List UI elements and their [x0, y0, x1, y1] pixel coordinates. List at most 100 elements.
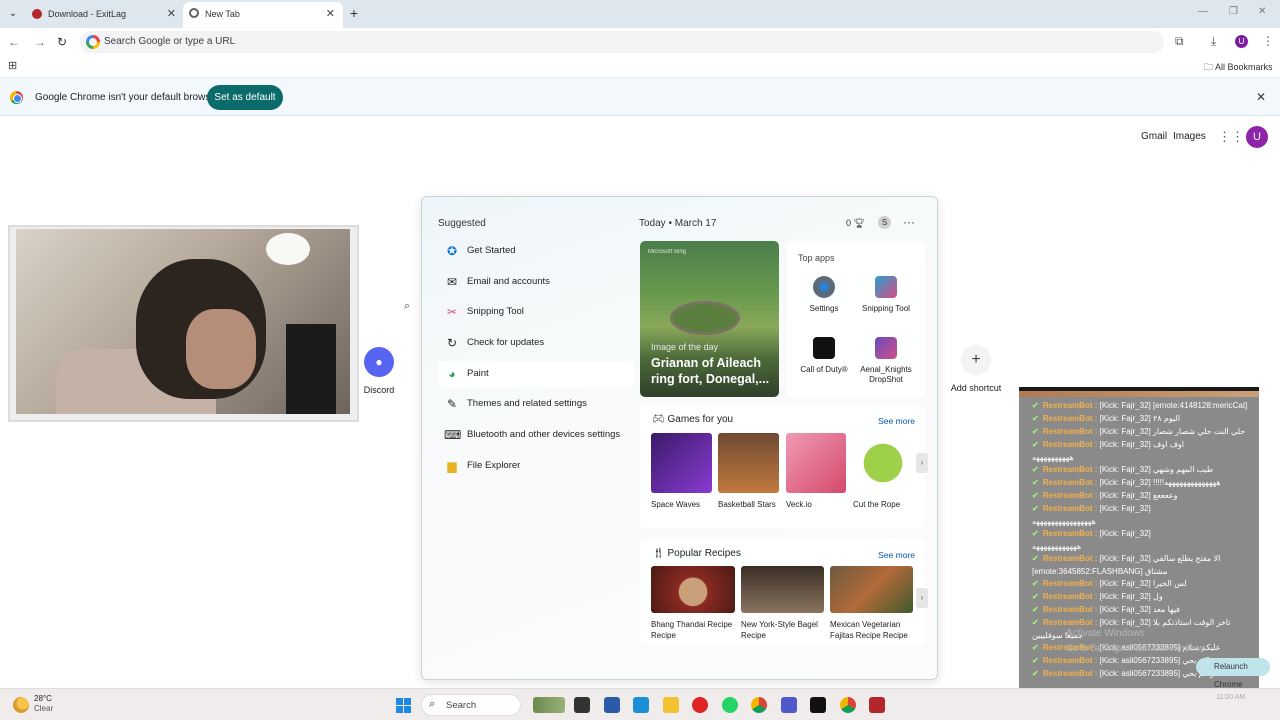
back-icon[interactable]: ← [6, 34, 22, 50]
forward-icon[interactable]: → [32, 34, 48, 50]
weather-widget[interactable]: 28°C Clear [34, 694, 53, 714]
chat-user: [Kick: Fajr_32] [1099, 465, 1151, 474]
suggested-label: Email and accounts [467, 276, 550, 287]
check-icon: ✔ [1032, 465, 1039, 474]
account-avatar[interactable]: U [1246, 126, 1268, 148]
weather-moon-icon[interactable] [13, 697, 29, 713]
top-app-call-of-duty[interactable]: Call of Duty® [793, 337, 855, 375]
suggested-themes[interactable]: ✎ Themes and related settings [438, 391, 628, 417]
chrome-profile-icon[interactable] [840, 697, 856, 713]
tab-search-chevron-icon[interactable]: ⌄ [4, 5, 22, 23]
chat-bot-name: RestreamBot : [1042, 554, 1098, 563]
file-explorer-icon[interactable] [663, 697, 679, 713]
outlook-icon[interactable] [633, 697, 649, 713]
shortcut-label: Add shortcut [950, 383, 1002, 393]
games-next-arrow-icon[interactable]: › [916, 453, 928, 473]
suggested-get-started[interactable]: ✪ Get Started [438, 238, 628, 264]
relaunch-chrome-button[interactable]: Relaunch Chrome [1196, 658, 1270, 689]
recipes-next-arrow-icon[interactable]: › [916, 588, 928, 608]
chat-text: [emote:3645852:FLASHBANG] مشتاق [1032, 567, 1168, 576]
minimize-icon[interactable]: — [1198, 6, 1208, 17]
game-tile[interactable]: Space Waves [651, 433, 712, 510]
chat-message: ✔ RestreamBot : [Kick: Fajr_32] الا مفتح … [1032, 554, 1254, 564]
shortcut-add[interactable]: + Add shortcut [948, 345, 1004, 393]
suggested-check-updates[interactable]: ↻ Check for updates [438, 330, 628, 356]
whatsapp-icon[interactable] [722, 697, 738, 713]
taskbar-search[interactable]: ⌕ Search [421, 694, 521, 716]
address-bar[interactable]: Search Google or type a URL [80, 31, 1164, 53]
suggested-label: Snipping Tool [467, 306, 524, 317]
top-app-settings[interactable]: Settings [793, 276, 855, 314]
top-app-dropshot[interactable]: Aenal_Knights DropShot [855, 337, 917, 385]
game-tile[interactable]: Veck.io [786, 433, 846, 510]
game-tile[interactable]: Cut the Rope [853, 433, 913, 510]
top-app-snipping-tool[interactable]: Snipping Tool [855, 276, 917, 314]
user-badge[interactable]: S [878, 216, 891, 229]
widgets-icon[interactable] [533, 697, 565, 713]
apps-grid-icon[interactable]: ⊞ [8, 61, 19, 72]
tab-title: New Tab [205, 9, 240, 19]
rewards-points[interactable]: 0 🏆︎ [846, 218, 865, 229]
new-tab-plus-icon[interactable]: + [346, 5, 362, 21]
close-window-icon[interactable]: ✕ [1258, 6, 1266, 17]
tab-close-icon[interactable]: ✕ [326, 2, 335, 26]
calculator-icon[interactable] [604, 697, 620, 713]
image-of-day-title: Grianan of Aileach ring fort, Donegal,..… [651, 356, 770, 386]
youtube-icon[interactable] [692, 697, 708, 713]
suggested-snipping-tool[interactable]: ✂ Snipping Tool [438, 299, 628, 325]
games-see-more-link[interactable]: See more [878, 416, 915, 426]
windows-start-icon[interactable] [396, 698, 411, 713]
recipe-tile[interactable]: New York-Style Bagel Recipe [741, 566, 824, 641]
ring-fort-image [670, 301, 740, 335]
suggested-email-accounts[interactable]: ✉ Email and accounts [438, 269, 628, 295]
extensions-icon[interactable]: ⧉ [1175, 34, 1184, 49]
recipe-tile[interactable]: Bhang Thandai Recipe Recipe [651, 566, 735, 641]
downloads-icon[interactable]: ⤓ [1211, 34, 1216, 49]
menu-icon[interactable]: ⋮ [1262, 34, 1274, 48]
app-label: Settings [809, 304, 839, 313]
shortcut-discord[interactable]: ● Discord [351, 347, 407, 395]
infobar-message: Google Chrome isn't your default browser [35, 92, 220, 103]
gmail-link[interactable]: Gmail [1141, 131, 1167, 142]
all-bookmarks-button[interactable]: 🗀 All Bookmarks [1204, 60, 1273, 76]
reload-icon[interactable]: ↻ [54, 34, 70, 50]
search-icon[interactable]: ⌕ [397, 296, 417, 316]
chat-text: ول [1153, 592, 1163, 601]
recipes-see-more-link[interactable]: See more [878, 550, 915, 560]
plus-icon: + [961, 345, 991, 375]
tab-close-icon[interactable]: ✕ [167, 3, 176, 25]
recipe-label: Bhang Thandai Recipe Recipe [651, 620, 733, 640]
infobar-close-icon[interactable]: ✕ [1256, 90, 1266, 104]
tab-exitlag[interactable]: Download - ExitLag ✕ [26, 3, 184, 25]
epic-games-icon[interactable] [810, 697, 826, 713]
game-label: Basketball Stars [718, 500, 776, 509]
veck-io-thumb [786, 433, 846, 493]
all-bookmarks-label: All Bookmarks [1215, 62, 1273, 72]
set-as-default-button[interactable]: Set as default [207, 85, 283, 110]
check-icon: ✔ [1032, 605, 1039, 614]
image-of-the-day-card[interactable]: Microsoft Bing Image of the day Grianan … [640, 241, 779, 397]
cut-the-rope-thumb [853, 433, 913, 493]
task-view-icon[interactable] [574, 697, 590, 713]
game-tile[interactable]: Basketball Stars [718, 433, 779, 510]
exitlag-icon[interactable] [869, 697, 885, 713]
paint-icon: ◕ [448, 367, 456, 381]
suggested-paint[interactable]: ◕ Paint [438, 361, 634, 387]
teams-icon[interactable] [781, 697, 797, 713]
more-options-icon[interactable]: ··· [903, 215, 915, 229]
recipe-tile[interactable]: Mexican Vegetarian Fajitas Recipe Recipe [830, 566, 913, 641]
folder-icon: 🗀 [1204, 62, 1214, 72]
profile-avatar[interactable]: U [1235, 35, 1248, 48]
games-heading: Games for you [667, 414, 734, 425]
google-apps-icon[interactable]: ⋮⋮⋮ [1218, 130, 1257, 144]
chrome-icon[interactable] [751, 697, 767, 713]
chat-text: ههههههههههههههههه [1032, 517, 1096, 526]
images-link[interactable]: Images [1173, 131, 1206, 142]
tab-title: Download - ExitLag [48, 9, 127, 19]
maximize-icon[interactable]: ❐ [1229, 6, 1238, 17]
suggested-bluetooth[interactable]: ⌨ Bluetooth and other devices settings [438, 422, 628, 448]
chat-text: ههههههههههههه [1032, 542, 1082, 551]
get-started-icon: ✪ [446, 244, 458, 258]
suggested-file-explorer[interactable]: ▆ File Explorer [438, 453, 628, 479]
tab-new-tab[interactable]: New Tab ✕ [183, 2, 343, 28]
